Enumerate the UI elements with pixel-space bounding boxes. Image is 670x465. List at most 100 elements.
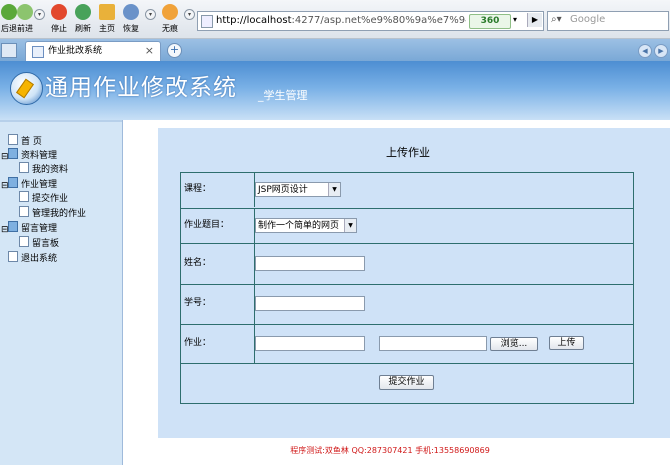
address-bar[interactable]: http://localhost:4277/asp.net%e9%80%9a%e… xyxy=(197,11,544,31)
topic-label: 作业题目： xyxy=(184,220,230,230)
refresh-icon xyxy=(75,4,91,20)
go-icon[interactable]: ▶ xyxy=(527,13,542,27)
label-cell: 作业题目： xyxy=(181,209,255,243)
sidebar-item-label: 提交作业 xyxy=(32,194,69,204)
sidebar-item-homework-management[interactable]: ⊟ 作业管理 xyxy=(1,177,57,191)
restore-button[interactable]: 恢复 xyxy=(123,4,139,34)
tab-scroll-right-icon[interactable]: ▶ xyxy=(654,44,668,58)
table-row: 作业题目： 制作一个简单的网页 ▼ xyxy=(181,208,633,243)
sidebar-item-home[interactable]: 首 页 xyxy=(8,134,42,148)
page-favicon-icon xyxy=(32,46,44,58)
sidebar-divider xyxy=(0,120,122,122)
sidebar-item-logout[interactable]: 退出系统 xyxy=(8,251,57,265)
sidebar-item-label: 留言管理 xyxy=(21,224,58,234)
page-icon xyxy=(8,251,18,262)
sidebar-item-submit-homework[interactable]: 提交作业 xyxy=(19,191,68,205)
incognito-button[interactable]: 无痕 xyxy=(162,4,178,34)
restore-dropdown[interactable]: ▾ xyxy=(145,9,156,20)
incognito-dropdown[interactable]: ▾ xyxy=(184,9,195,20)
upload-button[interactable]: 上传 xyxy=(549,336,584,350)
page-icon xyxy=(19,162,29,173)
value-cell: 制作一个简单的网页 ▼ xyxy=(255,209,633,243)
tab-title: 作业批改系统 xyxy=(48,46,103,56)
home-button[interactable]: 主页 xyxy=(99,4,115,34)
page-icon xyxy=(201,15,213,28)
collapse-icon[interactable]: ⊟ xyxy=(1,153,9,162)
sidebar-item-label: 首 页 xyxy=(21,137,42,147)
safety-badge[interactable]: 360 xyxy=(469,14,511,29)
table-row: 课程： JSP网页设计 ▼ xyxy=(181,173,633,207)
chevron-down-icon: ▼ xyxy=(344,219,356,232)
value-cell xyxy=(255,244,633,284)
folder-icon xyxy=(8,148,18,159)
sidebar-toggle-icon[interactable] xyxy=(1,43,17,58)
home-icon xyxy=(99,4,115,20)
topic-selected: 制作一个简单的网页 xyxy=(258,221,340,231)
sidebar-item-message-board[interactable]: 留言板 xyxy=(19,236,59,250)
refresh-label: 刷新 xyxy=(75,24,91,33)
sidebar-item-label: 作业管理 xyxy=(21,180,58,190)
label-cell: 学号： xyxy=(181,285,255,324)
incognito-icon xyxy=(162,4,178,20)
restore-icon xyxy=(123,4,139,20)
label-cell: 课程： xyxy=(181,173,255,207)
file-path-input[interactable] xyxy=(379,336,487,351)
course-selected: JSP网页设计 xyxy=(258,185,308,195)
student-id-label: 学号： xyxy=(184,298,212,308)
sidebar-item-profile-management[interactable]: ⊟ 资料管理 xyxy=(1,148,57,162)
sidebar-item-message-management[interactable]: ⊟ 留言管理 xyxy=(1,221,57,235)
value-cell: JSP网页设计 ▼ xyxy=(255,173,633,207)
history-dropdown[interactable]: ▾ xyxy=(34,9,45,20)
forward-label: 前进 xyxy=(17,24,33,33)
page-title: 上传作业 xyxy=(386,146,430,159)
tab-bar: 作业批改系统 × + ◀ ▶ xyxy=(0,39,670,61)
tab-scroll-left-icon[interactable]: ◀ xyxy=(638,44,652,58)
stop-icon xyxy=(51,4,67,20)
name-input[interactable] xyxy=(255,256,365,271)
sidebar-item-manage-my-homework[interactable]: 管理我的作业 xyxy=(19,206,86,220)
address-url[interactable]: http://localhost:4277/asp.net%e9%80%9a%e… xyxy=(216,14,466,28)
collapse-icon[interactable]: ⊟ xyxy=(1,226,9,235)
stop-button[interactable]: 停止 xyxy=(51,4,67,34)
course-select[interactable]: JSP网页设计 ▼ xyxy=(255,182,341,197)
table-row: 提交作业 xyxy=(181,363,633,404)
forward-button[interactable]: 前进 xyxy=(17,4,33,34)
folder-icon xyxy=(8,177,18,188)
tab-homework-system[interactable]: 作业批改系统 × xyxy=(25,41,161,61)
label-cell: 姓名： xyxy=(181,244,255,284)
search-placeholder: Google xyxy=(570,14,606,25)
footer-contact: 程序测试:双鱼林 QQ:287307421 手机:13558690869 xyxy=(290,446,490,455)
back-label: 后退 xyxy=(1,24,17,33)
refresh-button[interactable]: 刷新 xyxy=(75,4,91,34)
sidebar-item-my-profile[interactable]: 我的资料 xyxy=(19,162,68,176)
incognito-label: 无痕 xyxy=(162,24,178,33)
student-id-input[interactable] xyxy=(255,296,365,311)
restore-label: 恢复 xyxy=(123,24,139,33)
label-cell: 作业： xyxy=(181,325,255,363)
homework-text-input[interactable] xyxy=(255,336,365,351)
sidebar-item-label: 管理我的作业 xyxy=(32,209,87,219)
table-row: 作业： 浏览... 上传 xyxy=(181,324,633,363)
collapse-icon[interactable]: ⊟ xyxy=(1,182,9,191)
search-box[interactable]: ⌕▾ Google xyxy=(547,11,669,31)
table-row: 学号： xyxy=(181,284,633,324)
search-icon[interactable]: ⌕▾ xyxy=(551,14,562,25)
new-tab-button[interactable]: + xyxy=(167,43,182,58)
course-label: 课程： xyxy=(184,184,212,194)
site-title: 通用作业修改系统 xyxy=(45,75,237,101)
page-icon xyxy=(19,236,29,247)
submit-homework-button[interactable]: 提交作业 xyxy=(379,375,434,390)
close-tab-icon[interactable]: × xyxy=(145,44,154,57)
stop-label: 停止 xyxy=(51,24,67,33)
name-label: 姓名： xyxy=(184,258,212,268)
topic-select[interactable]: 制作一个简单的网页 ▼ xyxy=(255,218,357,233)
sidebar-item-label: 我的资料 xyxy=(32,165,69,175)
address-dropdown-icon[interactable]: ▾ xyxy=(513,14,523,26)
sidebar-item-label: 资料管理 xyxy=(21,151,58,161)
back-arrow-icon xyxy=(1,4,17,20)
browse-button[interactable]: 浏览... xyxy=(490,337,538,351)
back-button[interactable]: 后退 xyxy=(1,4,17,34)
table-row: 姓名： xyxy=(181,243,633,284)
value-cell xyxy=(255,285,633,324)
homework-label: 作业： xyxy=(184,338,212,348)
